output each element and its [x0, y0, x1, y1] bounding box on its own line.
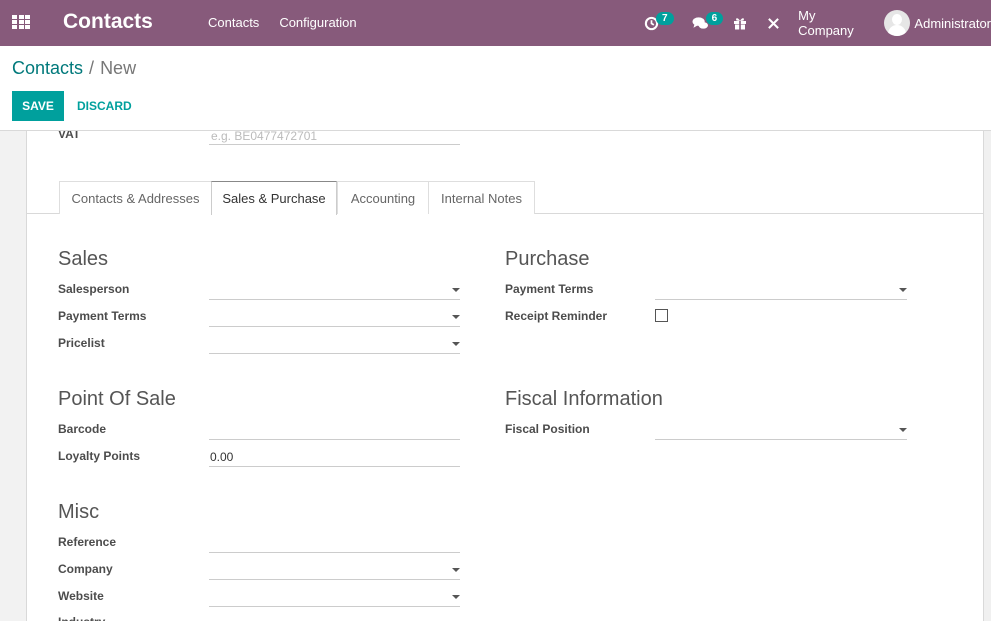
purchase-payment-terms-label: Payment Terms: [505, 282, 594, 296]
chevron-down-icon: [452, 315, 460, 319]
industry-label: Industry: [58, 615, 105, 621]
sales-payment-terms-label: Payment Terms: [58, 309, 147, 323]
notebook-tabs: Contacts & Addresses Sales & Purchase Ac…: [27, 181, 983, 215]
menu-item-configuration[interactable]: Configuration: [279, 15, 356, 30]
company-select[interactable]: [209, 561, 460, 580]
tab-accounting[interactable]: Accounting: [337, 181, 429, 214]
main-menu: Contacts Configuration: [208, 15, 357, 30]
breadcrumb-current: New: [100, 58, 137, 78]
salesperson-label: Salesperson: [58, 282, 130, 296]
discard-button[interactable]: DISCARD: [70, 91, 139, 121]
gift-button[interactable]: [733, 16, 747, 30]
app-brand[interactable]: Contacts: [63, 10, 153, 34]
receipt-reminder-label: Receipt Reminder: [505, 309, 608, 323]
save-button[interactable]: SAVE: [12, 91, 64, 121]
avatar: [884, 10, 911, 36]
pricelist-label: Pricelist: [58, 336, 105, 350]
tab-sales-purchase[interactable]: Sales & Purchase: [211, 181, 337, 215]
barcode-label: Barcode: [58, 422, 107, 436]
user-menu[interactable]: Administrator: [884, 10, 991, 36]
control-panel: Contacts / New SAVE DISCARD: [0, 46, 991, 131]
pricelist-select[interactable]: [209, 335, 460, 354]
loyalty-points-input[interactable]: 0.00: [209, 448, 460, 467]
company-label: Company: [58, 562, 113, 576]
loyalty-points-label: Loyalty Points: [58, 449, 141, 463]
activities-count-badge: 7: [656, 11, 674, 25]
pos-section-title: Point Of Sale: [58, 388, 176, 410]
messages-count-badge: 6: [705, 11, 724, 25]
systray: 7 6 My Company Administrator: [644, 0, 991, 46]
website-select[interactable]: [209, 588, 460, 607]
reference-input[interactable]: [209, 534, 460, 553]
apps-menu-icon[interactable]: [12, 15, 30, 29]
user-name: Administrator: [914, 15, 991, 31]
chevron-down-icon: [452, 342, 460, 346]
misc-section-title: Misc: [58, 501, 100, 523]
chevron-down-icon: [899, 288, 907, 292]
chevron-down-icon: [452, 568, 460, 572]
tools-icon: [768, 17, 779, 29]
chevron-down-icon: [452, 288, 460, 292]
website-label: Website: [58, 589, 104, 603]
chevron-down-icon: [899, 428, 907, 432]
company-switcher[interactable]: My Company: [798, 8, 858, 38]
sales-payment-terms-select[interactable]: [209, 308, 460, 327]
activities-button[interactable]: 7: [644, 11, 674, 31]
messages-button[interactable]: 6: [692, 11, 724, 31]
tab-contacts-addresses[interactable]: Contacts & Addresses: [59, 181, 212, 214]
debug-tools-button[interactable]: [767, 17, 780, 30]
breadcrumb-contacts[interactable]: Contacts: [12, 58, 83, 78]
top-navbar: Contacts Contacts Configuration 7 6 My C…: [0, 0, 991, 46]
sales-section-title: Sales: [58, 248, 109, 270]
reference-label: Reference: [58, 535, 117, 549]
tab-internal-notes[interactable]: Internal Notes: [428, 181, 535, 214]
breadcrumb-separator: /: [89, 58, 95, 78]
fiscal-position-label: Fiscal Position: [505, 422, 590, 436]
purchase-payment-terms-select[interactable]: [655, 281, 907, 300]
gift-icon: [734, 18, 747, 30]
chevron-down-icon: [452, 595, 460, 599]
page-scrollbar[interactable]: [984, 131, 991, 621]
breadcrumb: Contacts / New: [12, 58, 136, 79]
menu-item-contacts[interactable]: Contacts: [208, 15, 259, 30]
receipt-reminder-checkbox[interactable]: [655, 309, 668, 322]
form-sheet: VAT Contacts & Addresses Sales & Purchas…: [26, 127, 984, 621]
fiscal-section-title: Fiscal Information: [505, 388, 663, 410]
barcode-input[interactable]: [209, 421, 460, 440]
purchase-section-title: Purchase: [505, 248, 590, 270]
fiscal-position-select[interactable]: [655, 421, 907, 440]
salesperson-select[interactable]: [209, 281, 460, 300]
